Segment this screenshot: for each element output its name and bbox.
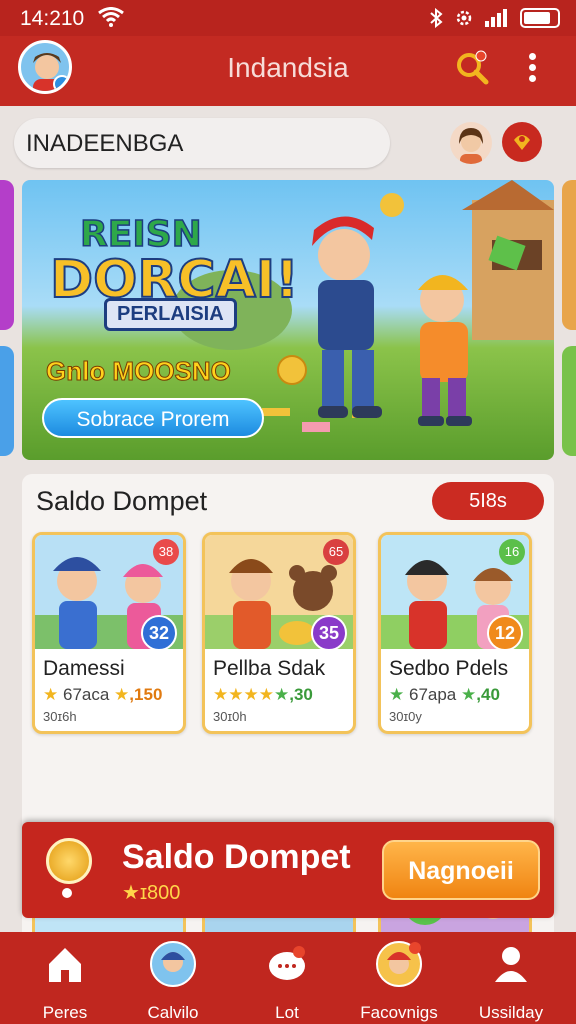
nav-item-home[interactable]: Peres <box>10 940 120 1023</box>
app-bar: Indandsia <box>0 36 576 106</box>
status-time: 14:210 <box>20 7 85 30</box>
location-pin-button[interactable] <box>502 122 542 162</box>
star-icon: ★ <box>389 685 405 704</box>
pin-icon <box>514 135 530 150</box>
coin-icon <box>46 838 92 884</box>
avatar-icon <box>459 128 483 164</box>
search-icon[interactable] <box>454 50 490 86</box>
banner-subtitle: Gnlo MOOSNO <box>46 356 232 387</box>
card-corner-badge: 65 <box>323 539 349 565</box>
star-icon: ★★★★ <box>213 685 274 704</box>
promo-title: Saldo Dompet <box>122 838 351 876</box>
nav-item-chat[interactable]: Lot <box>232 940 342 1023</box>
star-icon: ★ <box>114 685 130 704</box>
star-icon: ★ <box>122 882 140 904</box>
avatar-icon <box>376 941 422 987</box>
carousel-next-peek-2 <box>562 346 576 456</box>
nav-label: Ussilday <box>478 1003 544 1022</box>
promo-action-button[interactable]: Nagnoeii <box>382 840 540 900</box>
game-card[interactable]: 65 35 Pellba Sdak ★★★★★,30 30ɪ0h <box>202 532 356 734</box>
card-points: 30 <box>293 685 313 704</box>
star-icon: ★ <box>43 685 59 704</box>
card-rating: ★ 67aca ★,150 <box>43 685 163 704</box>
indicator-dot <box>62 888 72 898</box>
carousel-next-peek[interactable] <box>562 180 576 330</box>
promo-points-value: ɪ800 <box>139 882 181 904</box>
nav-item-user[interactable]: Ussilday <box>456 940 566 1023</box>
user-icon <box>495 947 527 982</box>
star-icon: ★ <box>461 685 477 704</box>
wallet-title: Saldo Dompet <box>36 486 208 516</box>
star-icon: ★ <box>273 685 290 704</box>
carousel-prev-peek[interactable] <box>0 180 14 330</box>
bottom-nav: Peres Calvilo Lot Facovnigs Ussilday <box>0 932 576 1024</box>
promo-banner[interactable]: REISN DORCAI! PERLAISIA Gnlo MOOSNO Sobr… <box>22 180 554 460</box>
card-corner-badge: 38 <box>153 539 179 565</box>
signal-icon <box>485 9 507 27</box>
card-title: Sedbo Pdels <box>389 657 509 680</box>
promo-points: ★ɪ800 <box>122 880 180 905</box>
card-subtext: 30ɪ6h <box>43 709 77 724</box>
game-card[interactable]: 16 12 Sedbo Pdels ★ 67apa ★,40 30ɪ0y <box>378 532 532 734</box>
card-rating: ★★★★★,30 <box>213 685 313 704</box>
card-subtext: 30ɪ0y <box>389 709 422 724</box>
carousel-prev-peek-2 <box>0 346 14 456</box>
settings-icon <box>456 10 472 26</box>
nav-label: Facovnigs <box>360 1003 438 1022</box>
banner-logo-line3: PERLAISIA <box>104 298 237 331</box>
search-input[interactable]: INADEENBGA <box>14 118 390 168</box>
card-number-badge: 12 <box>487 615 523 651</box>
card-points: 150 <box>134 685 163 704</box>
banner-cta-button[interactable]: Sobrace Prorem <box>42 398 264 438</box>
battery-icon <box>520 8 560 28</box>
status-bar: 14:210 <box>0 0 576 36</box>
wifi-icon <box>98 7 124 27</box>
nav-label: Peres <box>42 1003 88 1022</box>
chat-icon <box>269 946 305 980</box>
nav-item-favorites[interactable]: Facovnigs <box>344 940 454 1023</box>
card-points: 40 <box>480 685 500 704</box>
card-subtext: 30ɪ0h <box>213 709 247 724</box>
banner-logo-line1: REISN <box>79 213 202 256</box>
card-number-badge: 35 <box>311 615 347 651</box>
card-number-badge: 32 <box>141 615 177 651</box>
nav-label: Lot <box>275 1003 299 1022</box>
wallet-promo-bar: Saldo Dompet ★ɪ800 Nagnoeii <box>22 822 554 918</box>
search-input-value: INADEENBGA <box>26 130 184 157</box>
main-content: INADEENBGA REISN DORCAI! PERLAISIA Gnlo … <box>0 106 576 932</box>
card-title: Pellba Sdak <box>213 657 326 680</box>
card-corner-badge: 16 <box>499 539 525 565</box>
game-card[interactable]: 38 32 Damessi ★ 67aca ★,150 30ɪ6h <box>32 532 186 734</box>
wallet-balance-badge[interactable]: 5I8s <box>432 482 544 520</box>
card-rating-text: 67apa <box>408 685 457 704</box>
more-menu-icon[interactable] <box>522 50 542 86</box>
nav-label: Calvilo <box>147 1003 199 1022</box>
home-icon <box>49 948 81 982</box>
card-title: Damessi <box>43 657 125 680</box>
user-avatar[interactable] <box>450 122 492 164</box>
avatar-icon <box>150 941 196 987</box>
card-rating-text: 67aca <box>62 685 110 704</box>
card-rating: ★ 67apa ★,40 <box>389 685 500 704</box>
nav-item-profile[interactable]: Calvilo <box>118 940 228 1023</box>
bluetooth-icon <box>430 8 443 28</box>
